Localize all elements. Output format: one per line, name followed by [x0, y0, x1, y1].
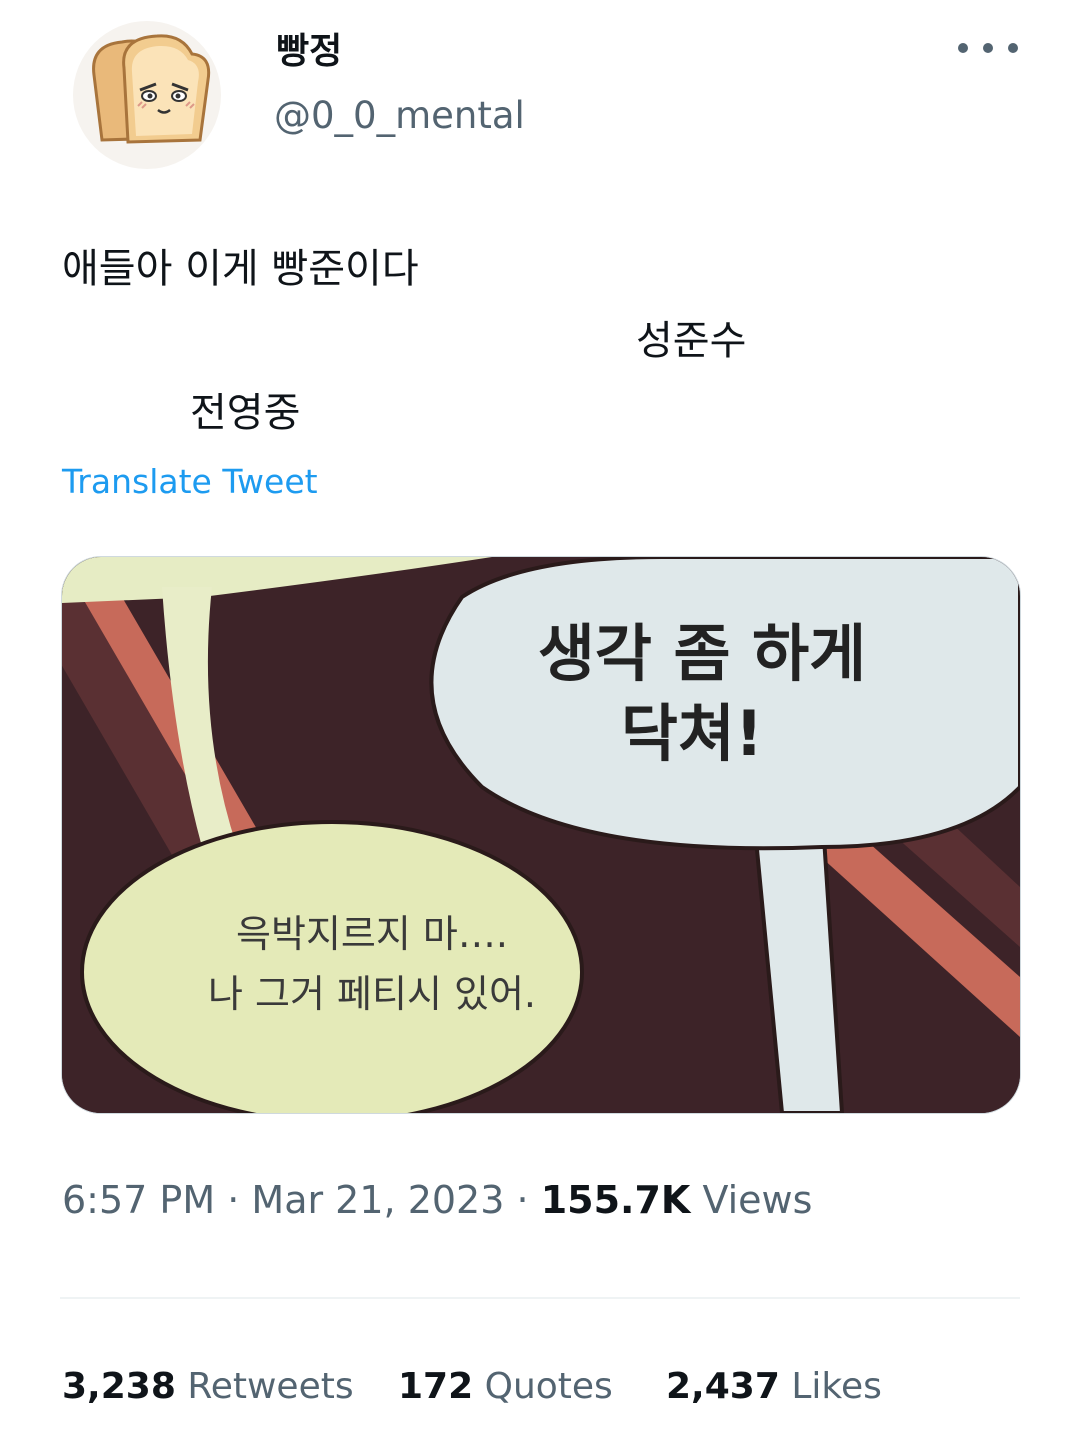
tweet-media-image[interactable]: 생각 좀 하게 닥쳐! 윽박지르지 마…. 나 그거 페티시 있어.: [61, 556, 1021, 1114]
more-options-icon: [958, 43, 968, 53]
tweet-text-line: 전영중: [190, 390, 301, 436]
tweet-date[interactable]: Mar 21, 2023: [251, 1178, 504, 1222]
speech-bubble-text: 닥쳐!: [621, 697, 763, 770]
display-name[interactable]: 빵정: [276, 22, 342, 74]
divider: [60, 1297, 1020, 1299]
views-count: 155.7K: [540, 1178, 691, 1222]
bread-face-icon: [73, 21, 221, 169]
separator: ·: [227, 1178, 240, 1222]
more-options-icon: [1008, 43, 1018, 53]
speech-bubble-text: 생각 좀 하게: [538, 617, 866, 690]
tweet-text-line: 애들아 이게 빵준이다: [62, 246, 419, 292]
speech-bubble-text: 윽박지르지 마….: [236, 912, 508, 956]
likes-label: Likes: [791, 1366, 882, 1407]
more-options-button[interactable]: [958, 30, 1018, 66]
tweet-time[interactable]: 6:57 PM: [62, 1178, 215, 1222]
tweet-metadata: 6:57 PM · Mar 21, 2023 · 155.7K Views: [62, 1178, 812, 1222]
avatar[interactable]: [62, 20, 232, 170]
retweets-stat[interactable]: 3,238 Retweets: [62, 1366, 354, 1407]
quotes-stat[interactable]: 172 Quotes: [398, 1366, 613, 1407]
quotes-count: 172: [398, 1366, 474, 1407]
separator: ·: [516, 1178, 529, 1222]
tweet-text-line: 성준수: [636, 318, 747, 364]
user-handle[interactable]: @0_0_mental: [274, 94, 525, 137]
speech-bubble-text: 나 그거 페티시 있어.: [208, 972, 536, 1016]
likes-stat[interactable]: 2,437 Likes: [666, 1366, 882, 1407]
quotes-label: Quotes: [484, 1366, 613, 1407]
views-label: Views: [702, 1178, 813, 1222]
more-options-icon: [983, 43, 993, 53]
likes-count: 2,437: [666, 1366, 780, 1407]
retweets-label: Retweets: [187, 1366, 354, 1407]
retweets-count: 3,238: [62, 1366, 176, 1407]
translate-tweet-link[interactable]: Translate Tweet: [62, 462, 318, 501]
